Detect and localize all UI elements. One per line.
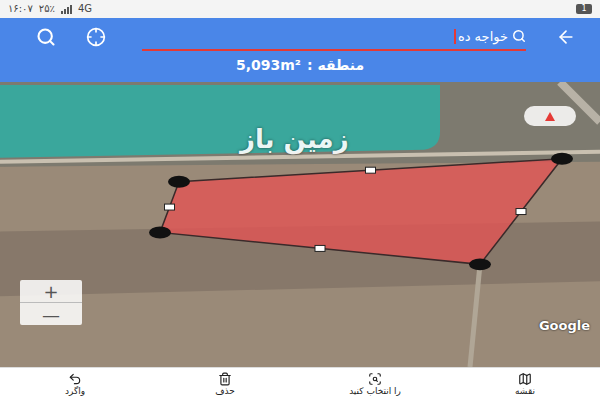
zoom-control: +— — [20, 280, 82, 325]
vertex-marker[interactable] — [469, 258, 491, 270]
area-label: منطقه : — [307, 57, 364, 73]
map-button[interactable]: نقشه — [450, 368, 600, 400]
vertex-marker[interactable] — [149, 226, 171, 238]
network-type: 4G — [78, 4, 92, 14]
vertex-marker[interactable] — [168, 176, 190, 188]
search-icon — [36, 27, 56, 47]
toolbar-label: را انتخاب کنید — [349, 387, 401, 397]
watermark: زمین باز — [240, 124, 349, 154]
status-right: 1 — [576, 4, 592, 15]
google-attribution: Google — [539, 318, 590, 333]
back-arrow-icon — [556, 27, 576, 47]
back-button[interactable] — [546, 27, 586, 47]
toolbar-label: نقشه — [515, 387, 535, 397]
undo-button[interactable]: واگرد — [0, 368, 150, 400]
map-icon — [518, 372, 532, 386]
compass-button[interactable] — [524, 106, 576, 126]
select-icon — [368, 372, 382, 386]
search-button[interactable] — [26, 27, 66, 47]
magnifier-icon — [512, 29, 526, 43]
zoom-out-button[interactable]: — — [20, 302, 82, 325]
map[interactable]: زمین باز +— Google — [0, 82, 600, 367]
screen: ۱۶:۰۷ ۲۵٪ 4G 1 خواجه ده منطقه : 5,093m² زمین با… — [0, 0, 600, 400]
header: خواجه ده منطقه : 5,093m² — [0, 18, 600, 82]
notification-badge: 1 — [576, 4, 592, 15]
undo-icon — [68, 372, 82, 386]
area-value: 5,093m² — [236, 57, 301, 73]
compass-icon — [545, 112, 555, 121]
battery-level: ۲۵٪ — [39, 4, 55, 14]
delete-icon — [218, 372, 232, 386]
parcel-polygon[interactable] — [160, 159, 562, 265]
clock: ۱۶:۰۷ — [8, 4, 33, 14]
locate-button[interactable] — [76, 27, 116, 47]
crosshair-icon — [86, 27, 106, 47]
edge-handle[interactable] — [366, 167, 376, 173]
edge-handle[interactable] — [165, 204, 175, 210]
area-readout: منطقه : 5,093m² — [0, 52, 600, 78]
delete-button[interactable]: حذف — [150, 368, 300, 400]
status-left: ۱۶:۰۷ ۲۵٪ 4G — [8, 4, 92, 14]
vertex-marker[interactable] — [551, 153, 573, 165]
search-value: خواجه ده — [454, 29, 508, 44]
signal-icon — [61, 4, 72, 14]
bottom-toolbar: نقشه را انتخاب کنید حذف واگرد — [0, 367, 600, 400]
search-row: خواجه ده — [0, 22, 600, 52]
status-bar: ۱۶:۰۷ ۲۵٪ 4G 1 — [0, 0, 600, 18]
edge-handle[interactable] — [516, 209, 526, 215]
toolbar-label: حذف — [215, 387, 235, 397]
search-field[interactable]: خواجه ده — [142, 23, 526, 51]
zoom-in-button[interactable]: + — [20, 280, 82, 302]
edge-handle[interactable] — [315, 245, 325, 251]
toolbar-label: واگرد — [65, 387, 85, 397]
select-button[interactable]: را انتخاب کنید — [300, 368, 450, 400]
